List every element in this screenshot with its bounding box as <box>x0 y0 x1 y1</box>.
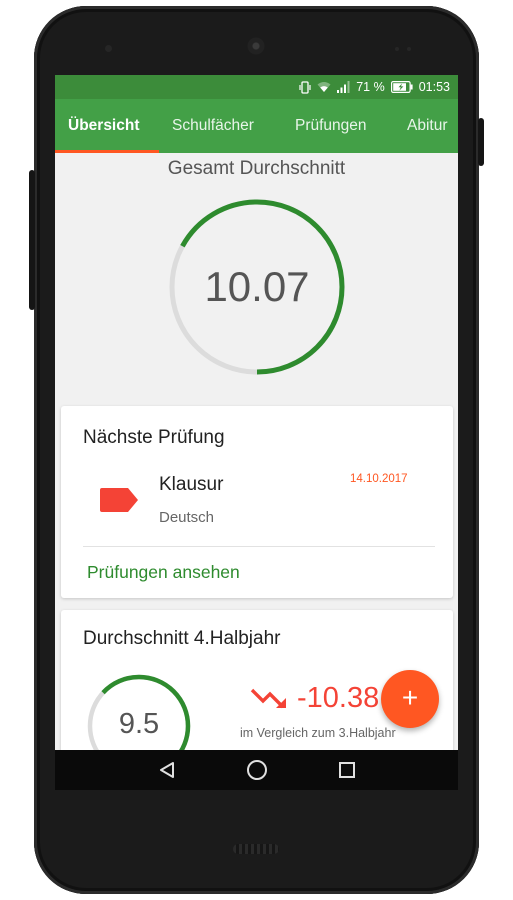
clock: 01:53 <box>418 80 450 94</box>
tab-subjects[interactable]: Schulfächer <box>172 99 254 153</box>
navigation-bar <box>55 750 458 790</box>
add-button[interactable]: + <box>381 670 439 728</box>
tab-abitur[interactable]: Abitur <box>407 99 448 153</box>
tab-bar: Übersicht Schulfächer Prüfungen Abitur <box>55 99 458 153</box>
home-icon[interactable] <box>237 750 277 790</box>
trending-down-icon <box>250 686 288 717</box>
status-bar: 71 % 01:53 <box>55 75 458 99</box>
overall-average-gauge: 10.07 <box>169 199 345 375</box>
proximity-sensor-left <box>395 47 399 51</box>
exam-subject: Deutsch <box>159 509 215 526</box>
recents-icon[interactable] <box>327 750 367 790</box>
bottom-speaker <box>233 844 279 854</box>
front-camera <box>247 37 265 55</box>
battery-charging-icon <box>390 81 413 93</box>
exam-date: 14.10.2017 <box>350 473 408 485</box>
add-icon: + <box>401 682 419 713</box>
tab-overview[interactable]: Übersicht <box>68 99 140 153</box>
battery-percent: 71 % <box>356 80 385 94</box>
screen: 71 % 01:53 Übersicht Schulfächer Prüfung… <box>55 75 458 790</box>
signal-icon <box>337 81 350 93</box>
semester-trend-value: -10.38 <box>297 682 380 714</box>
semester-average-value: 9.5 <box>118 708 160 740</box>
proximity-sensor-right <box>407 47 411 51</box>
vibrate-icon <box>299 80 311 94</box>
next-exam-card: Nächste Prüfung Klausur Deutsch 14.10.20… <box>61 406 453 598</box>
view-exams-button[interactable]: Prüfungen ansehen <box>87 562 240 583</box>
card-divider <box>83 546 435 547</box>
semester-average-title: Durchschnitt 4.Halbjahr <box>83 628 281 649</box>
tab-exams[interactable]: Prüfungen <box>295 99 367 153</box>
wifi-icon <box>317 81 331 93</box>
label-icon <box>100 488 138 517</box>
overview-content: Gesamt Durchschnitt 10.07 Nächste Prüfun… <box>55 153 458 790</box>
semester-trend-caption: im Vergleich zum 3.Halbjahr <box>240 726 396 740</box>
volume-button <box>29 170 35 310</box>
overall-average-value: 10.07 <box>204 263 310 310</box>
front-sensor <box>105 45 112 52</box>
power-button <box>478 118 484 166</box>
back-icon[interactable] <box>147 750 187 790</box>
overall-average-title: Gesamt Durchschnitt <box>167 158 346 179</box>
exam-type: Klausur <box>159 474 224 495</box>
next-exam-title: Nächste Prüfung <box>83 427 225 448</box>
